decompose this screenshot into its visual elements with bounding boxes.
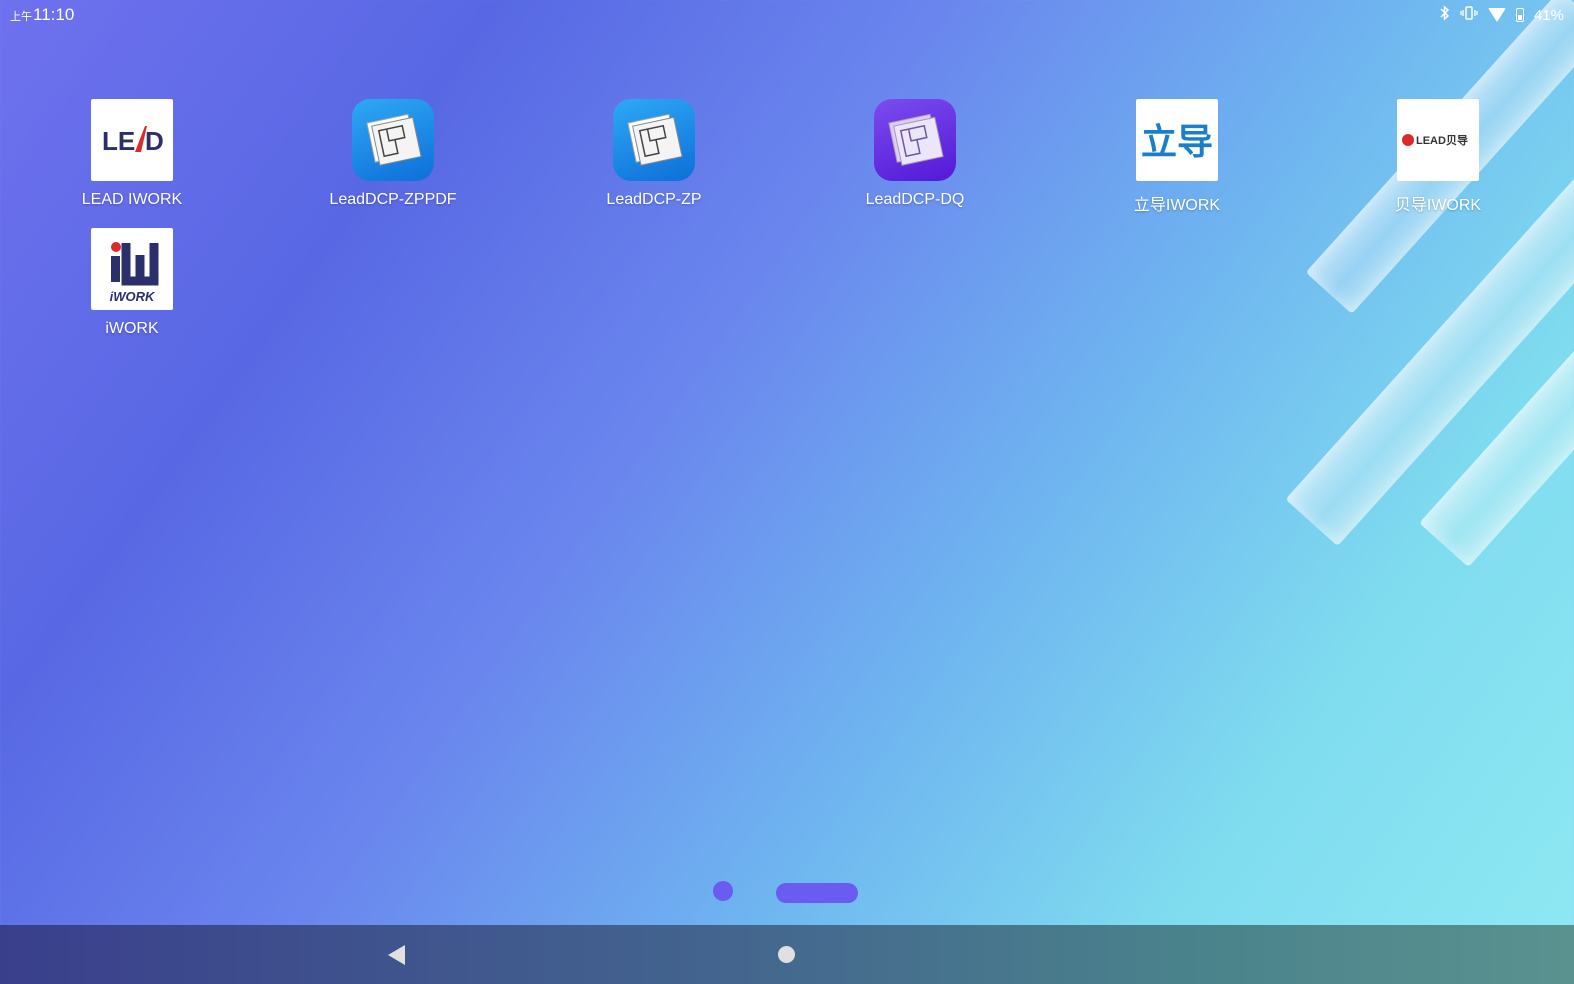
wifi-icon (1487, 8, 1506, 22)
battery-icon (1515, 8, 1524, 22)
vibrate-icon (1460, 6, 1478, 24)
app-lidao-iwork[interactable]: 立导 立导IWORK (1087, 99, 1267, 215)
app-leaddcp-dq[interactable]: LeadDCP-DQ (825, 99, 1005, 209)
floorplan-purple-icon[interactable] (874, 99, 956, 181)
page-indicator-current[interactable] (776, 883, 858, 903)
home-icon[interactable] (778, 946, 795, 963)
app-leaddcp-zppdf[interactable]: LeadDCP-ZPPDF (303, 99, 483, 209)
app-label: iWORK (105, 320, 159, 337)
clock-ampm: 上午 (10, 11, 32, 23)
app-label: 贝导IWORK (1394, 197, 1482, 214)
app-label: LEAD IWORK (81, 191, 183, 208)
floorplan-blue-icon[interactable] (613, 99, 695, 181)
lidao-logo-icon[interactable]: 立导 (1136, 99, 1218, 181)
app-label: LeadDCP-DQ (865, 191, 965, 208)
floorplan-blue-icon[interactable] (352, 99, 434, 181)
svg-text:LE: LE (102, 126, 135, 156)
clock: 上午11:10 (10, 5, 74, 25)
app-label: 立导IWORK (1133, 197, 1221, 214)
lead-logo-icon[interactable]: LE D (91, 99, 173, 181)
clock-time: 11:10 (33, 5, 75, 24)
app-label: LeadDCP-ZPPDF (329, 191, 457, 208)
bluetooth-icon (1440, 5, 1450, 25)
app-iwork[interactable]: iWORK iWORK (42, 228, 222, 338)
beidao-logo-icon[interactable]: LEAD贝导 (1397, 99, 1479, 181)
iwork-logo-icon[interactable]: iWORK (91, 228, 173, 310)
app-leaddcp-zp[interactable]: LeadDCP-ZP (564, 99, 744, 209)
battery-percent: 41% (1533, 6, 1564, 24)
svg-text:LEAD贝导: LEAD贝导 (1416, 134, 1468, 147)
svg-text:立导: 立导 (1141, 122, 1213, 162)
status-icons: 41% (1440, 5, 1564, 25)
navigation-bar (0, 925, 1574, 984)
status-bar: 上午11:10 41% (0, 0, 1574, 32)
page-indicator-dot[interactable] (713, 881, 733, 901)
app-label: LeadDCP-ZP (606, 191, 702, 208)
app-beidao-iwork[interactable]: LEAD贝导 贝导IWORK (1348, 99, 1528, 215)
svg-text:iWORK: iWORK (110, 289, 156, 304)
svg-text:D: D (145, 126, 164, 156)
back-icon[interactable] (388, 945, 405, 965)
app-lead-iwork[interactable]: LE D LEAD IWORK (42, 99, 222, 209)
